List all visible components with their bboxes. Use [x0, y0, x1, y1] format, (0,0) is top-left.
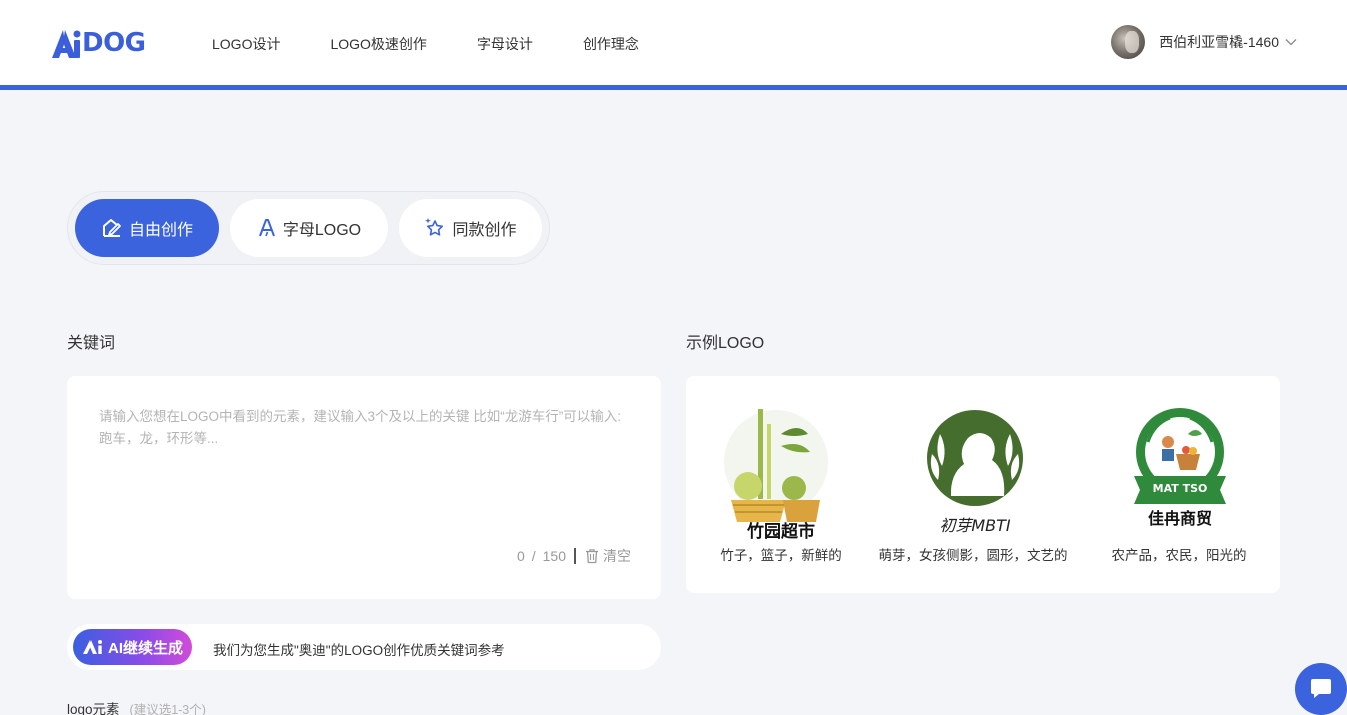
nav-logo-design[interactable]: LOGO设计: [212, 34, 280, 54]
ai-icon: [82, 640, 102, 654]
nav-letter-design[interactable]: 字母设计: [477, 34, 533, 54]
tab-free-create-label: 自由创作: [128, 222, 193, 239]
divider: [574, 548, 576, 564]
main-nav: LOGO设计 LOGO极速创作 字母设计 创作理念: [212, 34, 689, 54]
ai-hint-text: 我们为您生成"奥迪"的LOGO创作优质关键词参考: [213, 643, 505, 658]
tab-free-create[interactable]: 自由创作: [75, 199, 219, 257]
example-logo-text-1: 竹园超市: [746, 521, 815, 539]
examples-title: 示例LOGO: [686, 335, 765, 352]
ai-logo-icon: [52, 30, 81, 58]
char-count-slash: /: [531, 548, 536, 564]
example-logo-card[interactable]: 竹园超市 竹子，篮子，新鲜的: [686, 404, 876, 564]
sprout-girl-logo-image: 初芽MBTI: [927, 410, 1023, 535]
keywords-input[interactable]: [99, 406, 634, 556]
example-caption-3: 农产品，农民，阳光的: [1111, 548, 1247, 563]
tab-same-style[interactable]: 同款创作: [399, 199, 542, 257]
tab-letter-logo[interactable]: 字母LOGO: [230, 199, 388, 257]
example-logo-text-3: 佳冉商贸: [1148, 509, 1212, 528]
star-sparkle-icon: [425, 218, 444, 236]
bamboo-basket-logo-image: 竹园超市: [724, 409, 828, 539]
pen-edit-icon: [102, 219, 121, 237]
logo-elements-label: logo元素: [67, 702, 120, 715]
chat-bubble-icon: [1311, 679, 1331, 698]
example-logo-card[interactable]: MAT TSO 佳冉商贸 农产品，农民，阳光的: [1084, 404, 1274, 564]
keywords-footer: 0 / 150 清空: [517, 546, 631, 566]
example-badge-text: MAT TSO: [1153, 482, 1208, 495]
clear-button[interactable]: 清空: [584, 546, 631, 566]
logo-elements-hint: (建议选1-3个): [129, 703, 206, 715]
logo-elements-title: logo元素 (建议选1-3个): [67, 698, 206, 715]
example-logo-text-2: 初芽MBTI: [939, 516, 1011, 535]
tab-letter-logo-label: 字母LOGO: [282, 222, 362, 239]
user-menu[interactable]: 西伯利亚雪橇-1460: [1111, 25, 1297, 59]
logo-text: DOG: [82, 28, 146, 58]
ai-generate-label: AI继续生成: [107, 639, 183, 657]
letter-a-icon: [258, 219, 275, 237]
tab-same-style-label: 同款创作: [452, 222, 517, 239]
ai-generate-button[interactable]: AI继续生成: [73, 629, 192, 665]
char-max: 150: [542, 548, 566, 564]
farmer-badge-logo-image: MAT TSO 佳冉商贸: [1134, 408, 1226, 528]
example-logo-card[interactable]: 初芽MBTI 萌芽，女孩侧影，圆形，文艺的: [878, 404, 1068, 564]
top-header: DOG LOGO设计 LOGO极速创作 字母设计 创作理念 西伯利亚雪橇-146…: [0, 0, 1347, 85]
example-caption-2: 萌芽，女孩侧影，圆形，文艺的: [878, 548, 1068, 563]
chat-button[interactable]: [1295, 663, 1347, 715]
keywords-panel: 0 / 150 清空: [67, 376, 661, 599]
keywords-title: 关键词: [67, 335, 116, 352]
examples-panel: 竹园超市 竹子，篮子，新鲜的 初芽MBTI 萌芽，女孩侧影，圆形，文艺的 MAT…: [686, 376, 1280, 593]
mode-tabs: 自由创作 字母LOGO 同款创作: [67, 191, 550, 265]
example-caption-1: 竹子，篮子，新鲜的: [720, 548, 842, 563]
trash-icon: [586, 549, 598, 564]
avatar[interactable]: [1111, 25, 1146, 59]
header-accent-bar: [0, 85, 1347, 90]
username: 西伯利亚雪橇-1460: [1159, 34, 1279, 50]
clear-label: 清空: [603, 548, 631, 564]
nav-logo-fast-create[interactable]: LOGO极速创作: [330, 34, 426, 54]
site-logo[interactable]: DOG: [50, 24, 146, 62]
nav-creative-concept[interactable]: 创作理念: [583, 34, 639, 54]
char-count: 0: [516, 548, 525, 564]
chevron-down-icon[interactable]: [1285, 36, 1297, 48]
ai-generate-bar: AI继续生成 我们为您生成"奥迪"的LOGO创作优质关键词参考: [67, 624, 661, 670]
